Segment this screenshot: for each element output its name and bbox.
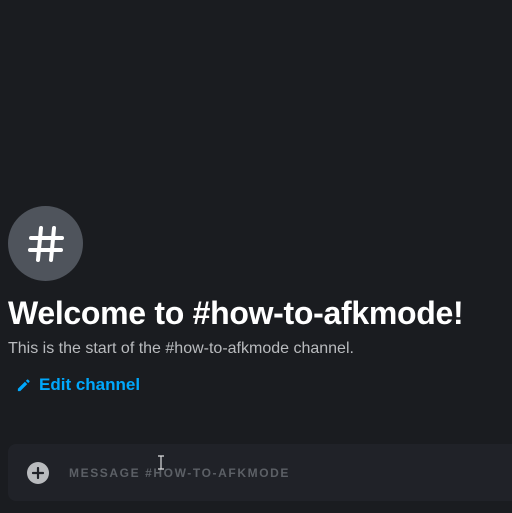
channel-welcome: Welcome to #how-to-afkmode! This is the … (8, 206, 508, 398)
chat-view: Welcome to #how-to-afkmode! This is the … (0, 0, 512, 513)
message-composer (8, 444, 512, 501)
channel-avatar (8, 206, 83, 281)
pencil-icon (17, 378, 30, 391)
plus-icon (32, 466, 44, 479)
message-input[interactable] (69, 465, 489, 480)
hash-icon (27, 225, 64, 262)
edit-channel-link[interactable]: Edit channel (16, 375, 140, 395)
text-cursor-icon (158, 455, 164, 470)
add-attachment-button[interactable] (27, 461, 49, 484)
welcome-subtitle: This is the start of the #how-to-afkmode… (8, 340, 354, 357)
edit-channel-label: Edit channel (39, 375, 141, 394)
welcome-title: Welcome to #how-to-afkmode! (8, 295, 464, 331)
